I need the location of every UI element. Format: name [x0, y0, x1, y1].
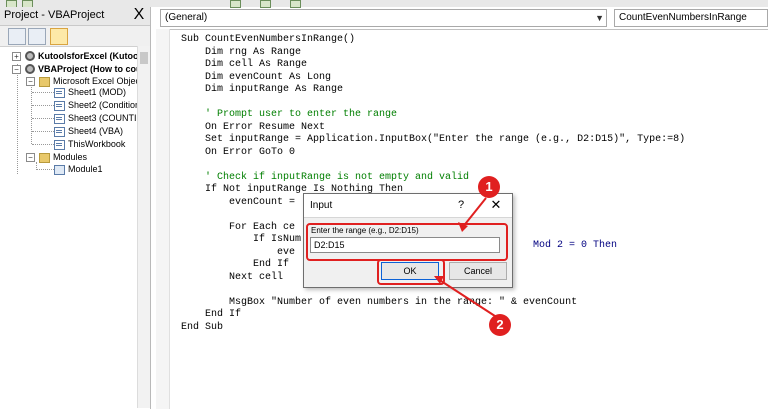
callout-arrows — [434, 197, 499, 319]
callout-badge-2: 2 — [489, 314, 511, 336]
callout-badge-1: 1 — [478, 176, 500, 198]
